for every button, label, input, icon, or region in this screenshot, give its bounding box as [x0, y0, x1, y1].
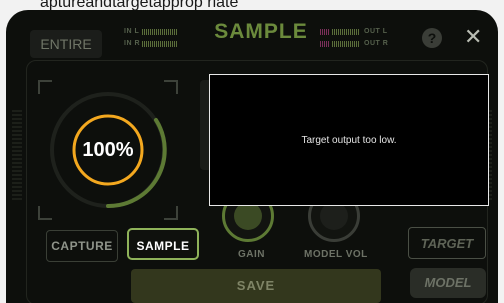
output-left-peak [320, 29, 330, 35]
gain-knob-cap [234, 202, 262, 230]
input-right-meter [142, 41, 178, 47]
gain-label: GAIN [238, 249, 265, 260]
model-vol-label: MODEL VOL [304, 249, 368, 260]
capture-button[interactable]: CAPTURE [46, 230, 118, 262]
save-button[interactable]: SAVE [131, 269, 381, 303]
target-button[interactable]: TARGET [408, 227, 486, 259]
app-panel: ENTIRE IN L IN R SAMPLE OUT L OUT R ? ✕ … [6, 10, 498, 303]
input-left-label: IN L [124, 28, 140, 35]
close-icon[interactable]: ✕ [464, 24, 482, 50]
alert-dialog: Target output too low. [209, 74, 489, 206]
entire-button[interactable]: ENTIRE [30, 30, 102, 58]
output-right-meter [332, 41, 360, 47]
output-right-label: OUT R [364, 40, 389, 47]
help-icon[interactable]: ? [422, 28, 442, 48]
percent-value: 100% [82, 138, 134, 161]
model-vol-knob-cap [320, 202, 348, 230]
input-right-label: IN R [124, 40, 140, 47]
alert-message: Target output too low. [301, 134, 397, 146]
model-button[interactable]: MODEL [410, 268, 486, 298]
app-title: SAMPLE [214, 20, 308, 43]
left-grip [12, 110, 22, 200]
output-left-meter [332, 29, 360, 35]
sample-button[interactable]: SAMPLE [127, 228, 199, 260]
output-left-label: OUT L [364, 28, 388, 35]
input-left-meter [142, 29, 178, 35]
progress-meter: 100% [38, 80, 178, 220]
output-right-peak [320, 41, 330, 47]
